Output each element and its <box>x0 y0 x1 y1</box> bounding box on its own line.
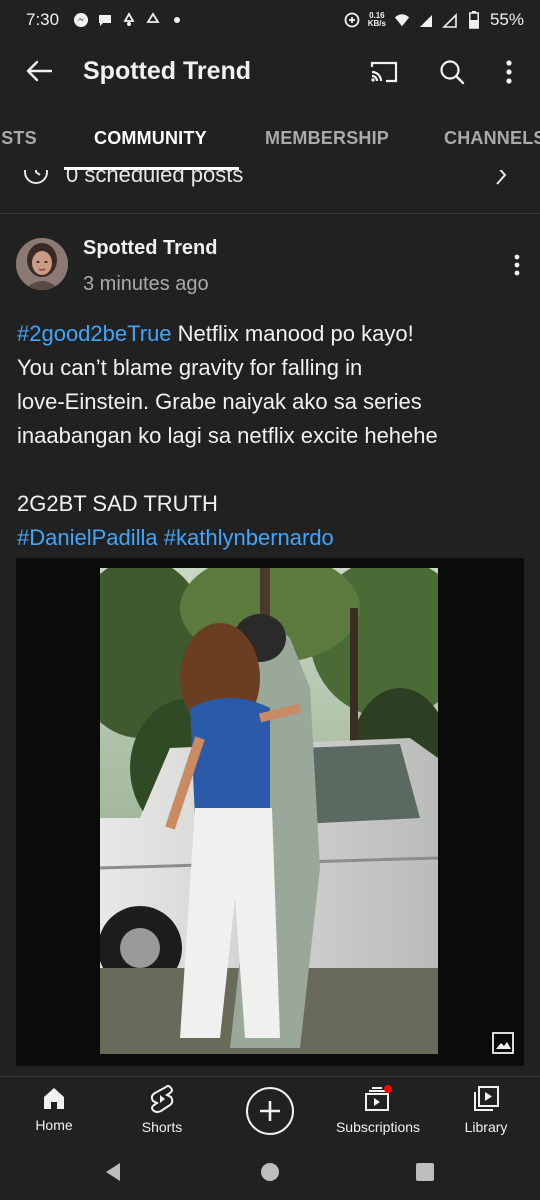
triangle-back-icon <box>106 1163 120 1181</box>
author-avatar[interactable] <box>16 238 68 290</box>
back-arrow-icon <box>26 60 52 82</box>
data-saver-icon <box>344 12 360 28</box>
battery-percent: 55% <box>489 10 524 29</box>
circle-home-icon <box>261 1163 279 1181</box>
channel-tabs: ISTS COMMUNITY MEMBERSHIP CHANNELS <box>0 106 540 170</box>
hashtag-link[interactable]: #kathlynbernardo <box>164 525 334 550</box>
avatar-image <box>16 238 68 290</box>
nav-home-label: Home <box>35 1117 73 1133</box>
network-speed-unit: KB/s <box>367 19 386 28</box>
hashtag-link[interactable]: #2good2beTrue <box>17 321 172 346</box>
post-blank-line <box>17 453 527 487</box>
post-text: #2good2beTrue Netflix manood po kayo! Yo… <box>17 317 527 555</box>
chevron-right-icon <box>496 170 507 185</box>
create-button[interactable] <box>246 1087 294 1135</box>
nav-library[interactable]: Library <box>441 1085 531 1135</box>
nav-shorts-label: Shorts <box>141 1119 183 1135</box>
system-recents-button[interactable] <box>413 1160 437 1184</box>
square-recents-icon <box>416 1163 434 1181</box>
system-navigation-bar <box>0 1144 540 1200</box>
post-photo <box>100 568 438 1054</box>
nav-shorts[interactable]: Shorts <box>117 1085 207 1135</box>
app-bar: Spotted Trend <box>0 40 540 106</box>
signal-icon-2 <box>442 12 458 28</box>
channel-title: Spotted Trend <box>83 57 252 85</box>
tab-channels[interactable]: CHANNELS <box>444 128 540 149</box>
plus-icon <box>260 1101 280 1121</box>
hashtag-link[interactable]: #DanielPadilla <box>17 525 158 550</box>
search-button[interactable] <box>434 54 470 90</box>
cast-button[interactable] <box>366 54 402 90</box>
network-speed: 0.16 KB/s <box>368 12 386 28</box>
kebab-menu-icon <box>506 60 512 84</box>
post-line-3: love-Einstein. Grabe naiyak ako sa serie… <box>17 389 422 414</box>
post-line-5: 2G2BT SAD TRUTH <box>17 491 218 516</box>
home-icon <box>44 1088 64 1109</box>
post-line-1-text: Netflix manood po kayo! <box>171 321 414 346</box>
couple-photo <box>100 568 438 1054</box>
post-timestamp: 3 minutes ago <box>83 273 209 295</box>
scheduled-posts-label: 0 scheduled posts <box>66 170 244 187</box>
recycle-icon-2 <box>145 12 161 28</box>
shorts-icon <box>150 1085 174 1113</box>
clock-icon <box>24 170 48 184</box>
back-button[interactable] <box>22 54 56 88</box>
post-line-1: #2good2beTrue Netflix manood po kayo! <box>17 317 527 351</box>
kebab-menu-icon <box>514 254 520 276</box>
battery-icon <box>466 11 482 29</box>
notification-dot <box>384 1085 392 1093</box>
messenger-icon <box>73 12 89 28</box>
nav-subscriptions[interactable]: Subscriptions <box>333 1085 423 1135</box>
post-line-6: #DanielPadilla #kathlynbernardo <box>17 521 527 555</box>
tab-community[interactable]: COMMUNITY <box>94 128 207 149</box>
tab-playlists[interactable]: ISTS <box>0 128 37 149</box>
library-icon <box>474 1086 499 1111</box>
system-back-button[interactable] <box>101 1160 125 1184</box>
wifi-icon <box>394 12 410 28</box>
recycle-icon <box>121 12 137 28</box>
post-line-4: inaabangan ko lagi sa netflix excite heh… <box>17 423 438 448</box>
status-time: 7:30 <box>26 10 60 29</box>
bottom-navigation: Home Shorts Subscriptions Library <box>0 1076 540 1144</box>
cast-icon <box>370 61 398 83</box>
system-home-button[interactable] <box>258 1160 282 1184</box>
subscriptions-icon <box>365 1085 392 1111</box>
tab-membership[interactable]: MEMBERSHIP <box>265 128 389 149</box>
scheduled-posts-row[interactable]: 0 scheduled posts <box>0 170 540 214</box>
chat-bubble-icon <box>97 12 113 28</box>
post-image[interactable] <box>16 558 524 1066</box>
post-more-options-button[interactable] <box>504 250 530 280</box>
nav-home[interactable]: Home <box>9 1085 99 1133</box>
post-line-2: You can’t blame gravity for falling in <box>17 355 363 380</box>
search-icon <box>440 60 465 85</box>
more-options-button[interactable] <box>494 54 524 90</box>
nav-subscriptions-label: Subscriptions <box>335 1119 421 1135</box>
image-icon <box>492 1032 514 1054</box>
more-notifications-dot-icon <box>169 12 185 28</box>
nav-library-label: Library <box>464 1119 508 1135</box>
status-bar: 7:30 0.16 KB/s 55% <box>0 0 540 40</box>
post-author[interactable]: Spotted Trend <box>83 237 217 260</box>
signal-icon <box>418 12 434 28</box>
